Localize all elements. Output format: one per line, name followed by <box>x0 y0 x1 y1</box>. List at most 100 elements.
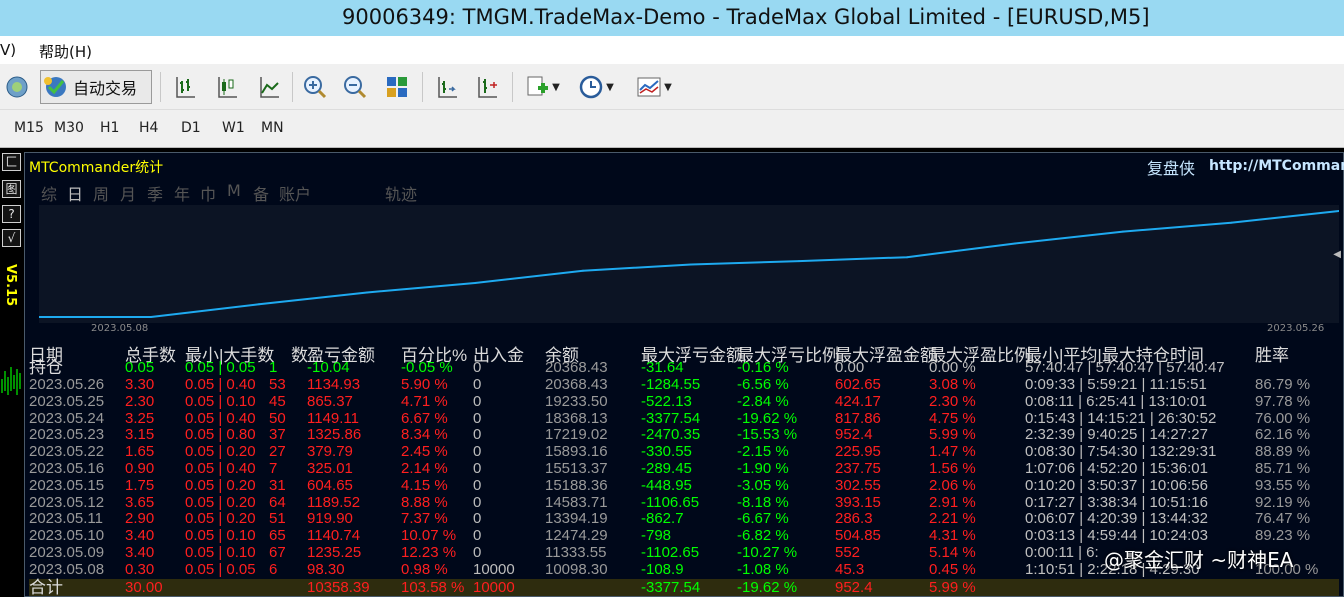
menu-item-help[interactable]: 帮助(H) <box>39 41 92 62</box>
timeframe-toolbar: M15 M30 H1 H4 D1 W1 MN <box>0 110 1344 148</box>
cell-balance: 19233.50 <box>545 392 608 410</box>
cell-pct: 10.07 % <box>401 527 457 545</box>
tab-notes[interactable]: 备 <box>253 181 269 205</box>
tab-trajectory[interactable]: 轨迹 <box>385 181 417 205</box>
side-button-picture[interactable]: 图 <box>2 180 21 198</box>
timeframe-h4[interactable]: H4 <box>139 120 158 136</box>
cell-io: 0 <box>473 376 482 393</box>
cell-balance: 17219.02 <box>545 426 608 444</box>
cell-date: 2023.05.16 <box>29 460 105 477</box>
cell-mp: 952.4 <box>835 426 873 444</box>
tab-magic[interactable]: M <box>227 181 241 200</box>
line-chart-icon[interactable] <box>254 71 284 103</box>
timeframe-h1[interactable]: H1 <box>100 120 119 136</box>
chart-shift-icon[interactable] <box>432 71 462 103</box>
cell-pct: 8.88 % <box>401 493 448 511</box>
position-pl: -10.04 <box>307 359 350 376</box>
timeframe-w1[interactable]: W1 <box>222 120 245 136</box>
tab-monthly[interactable]: 月 <box>120 181 136 205</box>
bar-chart-icon[interactable] <box>170 71 200 103</box>
tab-account[interactable]: 账户 <box>279 181 311 205</box>
cell-win: 92.19 % <box>1255 493 1311 511</box>
equity-point <box>582 269 584 272</box>
cell-mf: -108.9 <box>641 560 684 578</box>
zoom-in-icon[interactable] <box>300 71 330 103</box>
autoscroll-icon[interactable] <box>472 71 502 103</box>
website-link[interactable]: http://MTCommand <box>1209 158 1344 174</box>
new-order-icon[interactable]: ▼ <box>520 71 564 103</box>
cell-count: 7 <box>269 460 278 477</box>
menu-bar: V) 帮助(H) <box>0 36 1344 64</box>
equity-point <box>690 263 692 266</box>
globe-icon[interactable] <box>2 71 32 103</box>
equity-point <box>1014 242 1016 245</box>
timeframe-m30[interactable]: M30 <box>54 120 84 136</box>
cell-minmax: 0.05 | 0.40 <box>185 376 256 393</box>
cell-count: 65 <box>269 527 286 545</box>
chart-scroll-arrow-icon[interactable]: ◀ <box>1333 249 1341 260</box>
cell-pl: 325.01 <box>307 460 353 477</box>
cell-minmax: 0.05 | 0.80 <box>185 426 256 444</box>
tab-quarterly[interactable]: 季 <box>147 181 163 205</box>
cell-date: 2023.05.25 <box>29 392 105 410</box>
side-button-frame[interactable]: 匚 <box>2 153 21 171</box>
toolbar-separator <box>292 72 293 102</box>
left-tool-strip: 匚 图 ? √ V5.15 <box>0 149 24 597</box>
cell-balance: 15513.37 <box>545 460 608 477</box>
cell-pct: 8.34 % <box>401 426 448 444</box>
cell-mp: 424.17 <box>835 392 881 410</box>
side-button-check[interactable]: √ <box>2 229 21 247</box>
timeframe-mn[interactable]: MN <box>261 120 284 136</box>
cell-pl: 1140.74 <box>307 527 361 545</box>
tab-weekly[interactable]: 周 <box>93 181 109 205</box>
table-row: 2023.05.23 3.15 0.05 | 0.80 37 1325.86 8.34 %… <box>29 426 1339 443</box>
tab-yearly[interactable]: 年 <box>174 181 190 205</box>
cell-mpp: 1.47 % <box>929 443 976 461</box>
cell-total: 1.75 <box>125 476 155 494</box>
cell-mpp: 5.14 % <box>929 544 976 561</box>
cell-minmax: 0.05 | 0.10 <box>185 544 256 561</box>
side-button-help[interactable]: ? <box>2 205 21 223</box>
cell-mf: -2470.35 <box>641 426 701 444</box>
cell-date: 2023.05.09 <box>29 544 105 561</box>
cell-io: 0 <box>473 426 482 444</box>
tab-summary[interactable]: 综 <box>41 181 57 205</box>
cell-total: 2.90 <box>125 510 155 528</box>
cell-total: 3.25 <box>125 409 155 427</box>
cell-date: 2023.05.15 <box>29 476 105 494</box>
cell-mpp: 1.56 % <box>929 460 976 477</box>
templates-icon[interactable]: ▼ <box>632 71 676 103</box>
table-row: 2023.05.26 3.30 0.05 | 0.40 53 1134.93 5.90 %… <box>29 376 1339 393</box>
auto-trading-label: 自动交易 <box>73 79 138 98</box>
zoom-out-icon[interactable] <box>340 71 370 103</box>
tile-windows-icon[interactable] <box>382 71 412 103</box>
cell-pl: 1189.52 <box>307 493 361 511</box>
timeframe-m15[interactable]: M15 <box>14 120 44 136</box>
equity-point <box>474 281 476 284</box>
cell-count: 6 <box>269 560 278 578</box>
cell-pl: 1134.93 <box>307 376 361 393</box>
tab-symbol[interactable]: 巾 <box>200 181 216 205</box>
candle-chart-icon[interactable] <box>212 71 242 103</box>
timeframe-d1[interactable]: D1 <box>181 120 201 136</box>
cell-balance: 10098.30 <box>545 560 608 578</box>
fupan-link[interactable]: 复盘侠 <box>1147 155 1195 179</box>
cell-io: 0 <box>473 460 482 477</box>
cell-mfp: -10.27 % <box>737 544 798 561</box>
auto-trading-button[interactable]: 自动交易 <box>40 70 152 104</box>
clock-icon[interactable]: ▼ <box>574 71 618 103</box>
tab-daily[interactable]: 日 <box>67 181 83 205</box>
cell-mpp: 4.75 % <box>929 409 976 427</box>
cell-date: 2023.05.10 <box>29 527 105 545</box>
cell-mp: 817.86 <box>835 409 881 427</box>
cell-minmax: 0.05 | 0.20 <box>185 510 256 528</box>
cell-mf: -1106.65 <box>641 493 700 511</box>
sum-mp: 952.4 <box>835 579 873 596</box>
menu-item-view[interactable]: V) <box>0 41 16 59</box>
cell-date: 2023.05.08 <box>29 560 105 578</box>
cell-mfp: -15.53 % <box>737 426 798 444</box>
table-row: 2023.05.11 2.90 0.05 | 0.20 51 919.90 7.37 % 0… <box>29 510 1339 527</box>
cell-balance: 14583.71 <box>545 493 608 511</box>
table-row: 2023.05.16 0.90 0.05 | 0.40 7 325.01 2.14 % 0 1… <box>29 460 1339 477</box>
cell-pl: 379.79 <box>307 443 353 461</box>
